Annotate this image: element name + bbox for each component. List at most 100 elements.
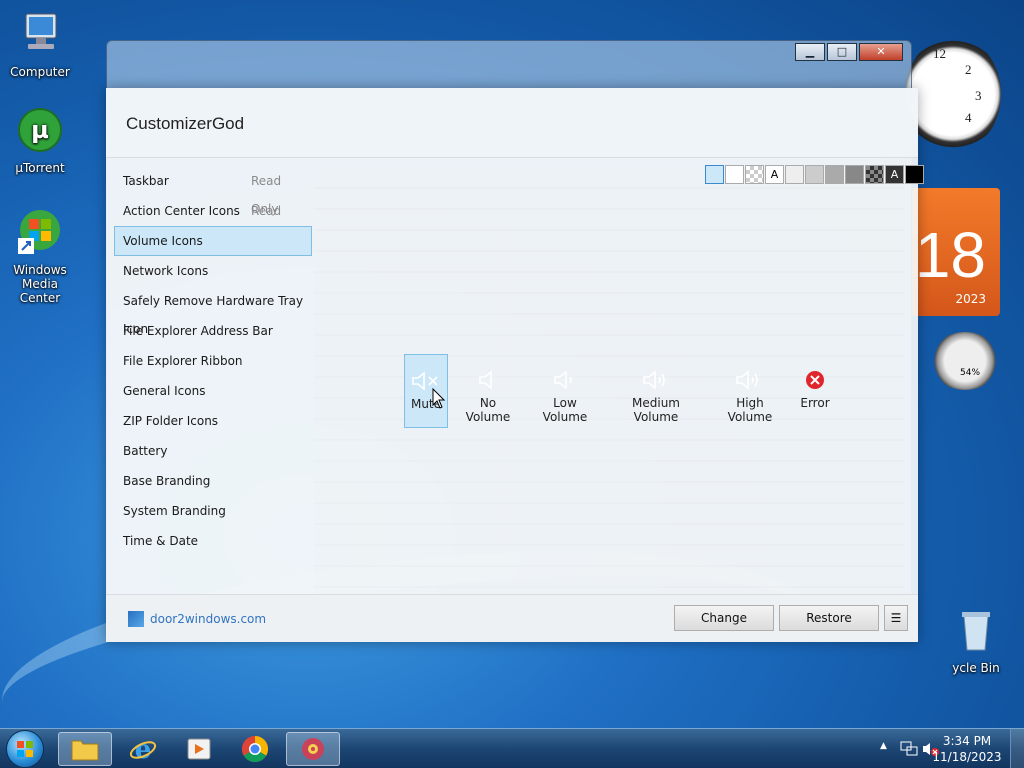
volume-icon-list: Mute No Volume Low Volume Medium Volume …: [404, 354, 843, 428]
chrome-icon: [241, 735, 269, 763]
desktop-icon-utorrent[interactable]: µ µTorrent: [0, 106, 80, 175]
swatch-white[interactable]: [725, 165, 744, 184]
start-button[interactable]: [6, 730, 44, 768]
sidebar-item-base-branding[interactable]: Base Branding: [114, 466, 312, 496]
taskbar-internet-explorer[interactable]: e: [116, 732, 170, 766]
close-button[interactable]: ✕: [859, 43, 903, 61]
menu-button[interactable]: ☰: [884, 605, 908, 631]
door2windows-logo-icon: [128, 611, 144, 627]
desktop-icon-media-center[interactable]: Windows Media Center: [0, 208, 80, 305]
taskbar-media-player[interactable]: [172, 732, 226, 766]
utorrent-icon: µ: [18, 108, 62, 152]
volume-item-label: Medium Volume: [632, 396, 680, 424]
sidebar-item-volume-icons[interactable]: Volume Icons: [114, 226, 312, 256]
desktop-icon-computer[interactable]: Computer: [0, 10, 80, 79]
volume-item-error[interactable]: Error: [798, 354, 832, 428]
minimize-button[interactable]: ▁: [795, 43, 825, 61]
swatch-letter-light[interactable]: A: [765, 165, 784, 184]
sidebar-item-battery[interactable]: Battery: [114, 436, 312, 466]
sidebar-item-label: File Explorer Address Bar: [123, 324, 273, 338]
window-controls: ▁ □ ✕: [793, 43, 903, 61]
swatch-mid-gray[interactable]: [825, 165, 844, 184]
clock-numeral: 4: [965, 110, 972, 125]
swatch-gray[interactable]: [805, 165, 824, 184]
desktop-icon-recycle-bin[interactable]: ycle Bin: [936, 606, 1016, 675]
cpu-percent: 54%: [960, 368, 981, 378]
windows-logo-icon: [17, 741, 33, 757]
volume-item-label: Low Volume: [542, 396, 588, 424]
swatch-light-blue[interactable]: [705, 165, 724, 184]
app-title: CustomizerGod: [126, 114, 245, 133]
sidebar-item-file-explorer-ribbon[interactable]: File Explorer Ribbon: [114, 346, 312, 376]
clock-numeral: 2: [965, 62, 972, 77]
calendar-gadget[interactable]: 18 2023: [912, 188, 1000, 316]
volume-item-high-volume[interactable]: High Volume: [713, 354, 787, 428]
sidebar-item-general-icons[interactable]: General Icons: [114, 376, 312, 406]
clock-gadget[interactable]: 12 2 3 4: [905, 36, 1001, 152]
calendar-year: 2023: [955, 292, 986, 306]
sidebar-item-file-explorer-address-bar[interactable]: File Explorer Address Bar: [114, 316, 312, 346]
taskbar-file-explorer[interactable]: [58, 732, 112, 766]
sidebar-item-label: Action Center Icons: [123, 204, 240, 218]
sidebar-item-label: Time & Date: [123, 534, 199, 548]
swatch-dark-checker[interactable]: [865, 165, 884, 184]
show-hidden-icons-chevron-up-icon[interactable]: ▲: [880, 741, 887, 751]
customizergod-window: CustomizerGod Taskbar Read Only Action Cen…: [106, 88, 924, 642]
brand-link[interactable]: door2windows.com: [128, 611, 266, 627]
customizergod-app-icon: [302, 738, 324, 760]
calendar-day: 18: [914, 219, 986, 291]
swatch-letter-dark[interactable]: A: [885, 165, 904, 184]
brand-text: door2windows.com: [150, 612, 267, 626]
windows-media-center-icon: [18, 210, 60, 254]
swatch-light-gray[interactable]: [785, 165, 804, 184]
sidebar-item-action-center-icons[interactable]: Action Center IconsRead Only: [114, 196, 312, 246]
desktop-icon-label: ycle Bin: [952, 661, 1000, 675]
volume-item-label: No Volume: [465, 396, 511, 424]
show-desktop-button[interactable]: [1010, 729, 1024, 768]
sidebar-item-label: ZIP Folder Icons: [123, 414, 219, 428]
footer-bar: door2windows.com Change Restore ☰: [106, 594, 918, 642]
volume-item-medium-volume[interactable]: Medium Volume: [610, 354, 702, 428]
volume-item-low-volume[interactable]: Low Volume: [531, 354, 599, 428]
volume-item-label: Error: [800, 396, 830, 410]
cpu-meter-gadget[interactable]: 54%: [930, 332, 1000, 390]
sidebar-item-label: File Explorer Ribbon: [123, 354, 243, 368]
swatch-checker[interactable]: [745, 165, 764, 184]
sidebar-item-label: Base Branding: [123, 474, 211, 488]
sidebar-item-system-branding[interactable]: System Branding: [114, 496, 312, 526]
sidebar-item-network-icons[interactable]: Network Icons: [114, 256, 312, 286]
sidebar-item-taskbar[interactable]: Taskbar Read Only: [114, 166, 312, 216]
svg-text:µ: µ: [31, 116, 49, 144]
sidebar-item-label: Network Icons: [123, 264, 209, 278]
sidebar-item-label: Taskbar: [123, 174, 169, 188]
svg-text:e: e: [135, 735, 152, 763]
change-button[interactable]: Change: [674, 605, 774, 631]
internet-explorer-icon: e: [129, 735, 157, 763]
volume-item-label: High Volume: [727, 396, 773, 424]
network-icon[interactable]: [900, 741, 918, 757]
sidebar-item-time-date[interactable]: Time & Date: [114, 526, 312, 556]
maximize-button[interactable]: □: [827, 43, 857, 61]
sidebar-item-safely-remove-hardware-tray-icon[interactable]: Safely Remove Hardware Tray Icon: [114, 286, 312, 336]
tray-clock[interactable]: 3:34 PM 11/18/2023: [932, 733, 1002, 765]
speaker-no-volume-icon: [479, 370, 492, 390]
color-swatches: A A: [704, 165, 924, 184]
taskbar-customizergod[interactable]: [286, 732, 340, 766]
computer-icon: [25, 13, 57, 49]
mouse-cursor-icon: [432, 388, 446, 409]
sidebar-item-label: Volume Icons: [123, 234, 203, 248]
taskbar: e ▲ 3:34 PM 11/18/2023: [0, 728, 1024, 768]
volume-item-no-volume[interactable]: No Volume: [456, 354, 520, 428]
system-tray: ▲ 3:34 PM 11/18/2023: [864, 729, 1024, 768]
sidebar-item-label: General Icons: [123, 384, 206, 398]
sidebar-item-zip-folder-icons[interactable]: ZIP Folder Icons: [114, 406, 312, 436]
category-sidebar: Taskbar Read Only Action Center Icons Read …: [114, 166, 312, 556]
restore-button[interactable]: Restore: [779, 605, 879, 631]
swatch-black[interactable]: [905, 165, 924, 184]
error-icon: [806, 371, 824, 389]
swatch-dark-gray[interactable]: [845, 165, 864, 184]
taskbar-chrome[interactable]: [228, 732, 282, 766]
speaker-medium-volume-icon: [643, 370, 665, 390]
speaker-high-volume-icon: [736, 370, 758, 390]
recycle-bin-icon: [962, 612, 990, 651]
